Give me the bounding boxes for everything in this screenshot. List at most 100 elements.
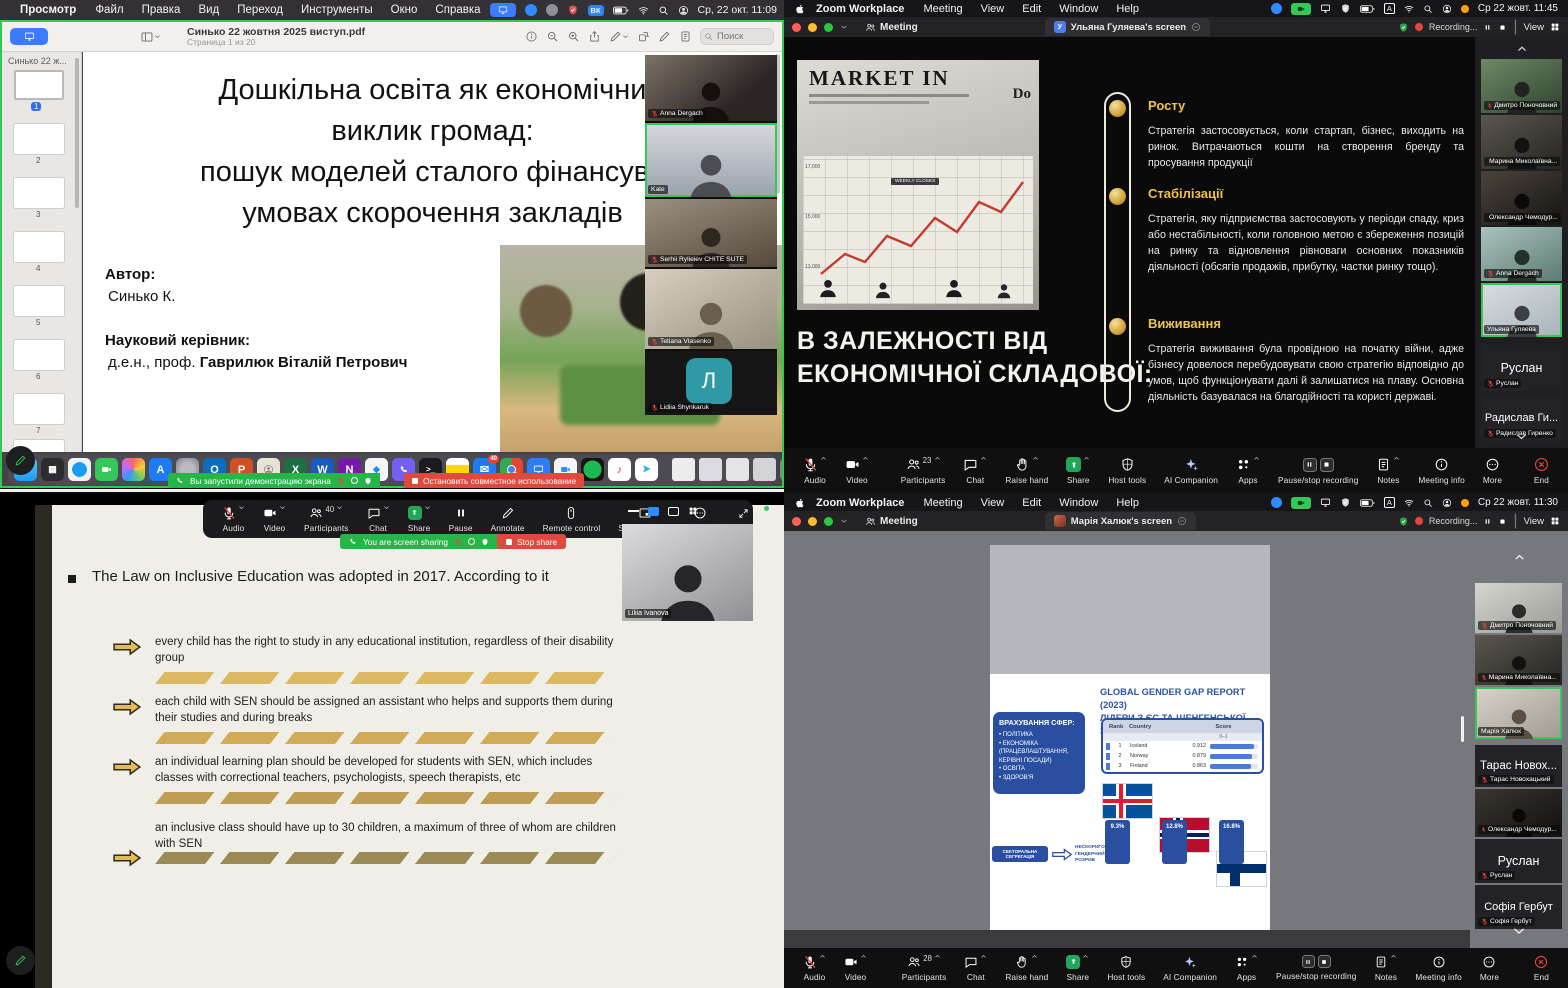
markup-pencil-button[interactable] bbox=[609, 30, 629, 43]
participants-button[interactable]: 23Participants bbox=[892, 448, 955, 494]
security-shield-icon[interactable] bbox=[1398, 22, 1409, 33]
zoom-app-menu-icon[interactable] bbox=[525, 4, 537, 16]
participant-tile-speaking[interactable]: Марія Халюк bbox=[1475, 687, 1562, 739]
participant-tile-speaking[interactable]: Ульяна Гуляева bbox=[1481, 283, 1562, 337]
menu-item[interactable]: Справка bbox=[426, 4, 489, 16]
menu-item[interactable]: View bbox=[972, 497, 1014, 509]
host-tools-button[interactable]: Host tools bbox=[1099, 448, 1155, 494]
user-menu-icon[interactable] bbox=[678, 5, 689, 16]
participant-tile-speaking[interactable]: Kate bbox=[645, 123, 777, 197]
page-thumbnail[interactable] bbox=[14, 178, 64, 208]
minimized-window-1[interactable] bbox=[672, 458, 695, 481]
view-grid-icon[interactable] bbox=[1550, 22, 1560, 32]
participant-tile[interactable]: Тарас Новох...Тарас Новохацький bbox=[1475, 745, 1562, 787]
info-button[interactable] bbox=[525, 30, 538, 43]
dock-icon-facetime[interactable] bbox=[95, 458, 118, 481]
menu-item[interactable]: Window bbox=[1050, 497, 1107, 509]
menubar-clock[interactable]: Ср 22 жовт. 11:45 bbox=[1478, 3, 1558, 14]
stop-share-button[interactable]: Stop share bbox=[497, 534, 566, 549]
input-source-icon[interactable]: A bbox=[1384, 497, 1395, 508]
screen-sharing-menu-icon[interactable] bbox=[490, 3, 516, 17]
scroll-up-chevron[interactable] bbox=[1475, 40, 1568, 58]
participant-tile[interactable]: Олександр Чемодур... bbox=[1481, 171, 1562, 225]
chevron-down-icon[interactable] bbox=[840, 517, 848, 525]
participant-tile[interactable]: Марина Миколаївна... bbox=[1475, 635, 1562, 685]
meeting-info-button[interactable]: Meeting info bbox=[1406, 948, 1470, 988]
app-menu-icon[interactable] bbox=[546, 4, 558, 16]
menu-app-name[interactable]: Zoom Workplace bbox=[806, 3, 914, 15]
page-thumbnail[interactable] bbox=[14, 124, 64, 154]
zoom-app-menu-icon[interactable] bbox=[1271, 3, 1282, 14]
muted-mic-icon[interactable] bbox=[337, 477, 345, 485]
view-grid-icon[interactable] bbox=[1550, 516, 1560, 526]
menu-item[interactable]: Help bbox=[1107, 497, 1148, 509]
pause-recording-icon[interactable] bbox=[1483, 517, 1492, 526]
strip-view-icon[interactable] bbox=[668, 507, 679, 516]
annotate-button[interactable] bbox=[6, 946, 35, 975]
chevron-down-icon[interactable] bbox=[840, 23, 848, 31]
shield-menu-icon[interactable] bbox=[1340, 3, 1351, 14]
page-thumbnail[interactable] bbox=[14, 340, 64, 370]
tab-shared-screen[interactable]: У Ульяна Гуляева's screen bbox=[1045, 18, 1210, 36]
sidebar-scrollbar[interactable] bbox=[75, 58, 79, 208]
video-status-icon[interactable] bbox=[351, 477, 358, 484]
tab-meeting[interactable]: Meeting bbox=[865, 22, 918, 33]
spotlight-icon[interactable] bbox=[1423, 498, 1433, 508]
participant-tile[interactable]: Л Lidiia Shynkaruk bbox=[645, 351, 777, 415]
page-thumbnail[interactable] bbox=[14, 286, 64, 316]
tab-meeting[interactable]: Meeting bbox=[865, 516, 918, 527]
notes-button[interactable]: Notes bbox=[1367, 448, 1409, 494]
menu-item[interactable]: Meeting bbox=[914, 3, 971, 15]
screen-mirroring-icon[interactable] bbox=[1320, 497, 1331, 508]
menu-item[interactable]: Edit bbox=[1013, 497, 1050, 509]
stop-share-button[interactable]: Остановить совместное использование bbox=[404, 473, 584, 488]
pause-recording-icon[interactable] bbox=[1483, 23, 1492, 32]
fill-sign-button[interactable] bbox=[658, 30, 671, 43]
view-button[interactable]: View bbox=[1524, 516, 1544, 527]
participants-button[interactable]: 40Participants bbox=[295, 500, 358, 538]
menu-item[interactable]: Вид bbox=[189, 4, 228, 16]
zoom-in-button[interactable] bbox=[567, 30, 580, 43]
screen-sharing-indicator[interactable] bbox=[10, 28, 48, 45]
video-button[interactable]: Video bbox=[254, 500, 295, 538]
zoom-app-menu-icon[interactable] bbox=[1271, 497, 1282, 508]
chat-button[interactable]: Chat bbox=[954, 448, 996, 494]
rotate-button[interactable] bbox=[637, 30, 650, 43]
participant-tile[interactable]: Олександр Чемодур... bbox=[1475, 789, 1562, 837]
participant-tile[interactable]: Марина Миколаївна... bbox=[1481, 115, 1562, 169]
participant-tile[interactable]: Anna Dergach bbox=[1481, 227, 1562, 281]
video-button[interactable]: Video bbox=[835, 948, 876, 988]
speaker-view-icon[interactable] bbox=[648, 507, 659, 516]
page-thumbnail[interactable] bbox=[14, 70, 64, 100]
audio-button[interactable]: Audio bbox=[794, 948, 835, 988]
vk-menu-icon[interactable]: ВК bbox=[588, 5, 604, 16]
pause-share-button[interactable]: Pause bbox=[440, 500, 482, 538]
menu-app-name[interactable]: Zoom Workplace bbox=[806, 497, 914, 509]
apps-button[interactable]: Apps bbox=[1226, 948, 1267, 988]
dock-icon-photos[interactable] bbox=[122, 458, 145, 481]
minimize-window-button[interactable] bbox=[808, 517, 817, 526]
menu-item[interactable]: Переход bbox=[228, 4, 292, 16]
minimize-window-button[interactable] bbox=[808, 23, 817, 32]
camera-in-use-icon[interactable] bbox=[1291, 497, 1311, 509]
chat-button[interactable]: Chat bbox=[955, 948, 996, 988]
markup-toolbar-button[interactable] bbox=[679, 30, 692, 43]
apple-menu-icon[interactable] bbox=[794, 497, 806, 509]
share-button[interactable] bbox=[588, 30, 601, 43]
menu-item[interactable]: Инструменты bbox=[292, 4, 382, 16]
wifi-icon[interactable] bbox=[1404, 4, 1414, 14]
sidebar-toggle-button[interactable] bbox=[140, 30, 161, 44]
raise-hand-button[interactable]: Raise hand bbox=[996, 448, 1057, 494]
apps-button[interactable]: Apps bbox=[1227, 448, 1269, 494]
participant-tile[interactable]: Anna Dergach bbox=[645, 55, 777, 121]
minus-circle-icon[interactable] bbox=[1191, 22, 1201, 32]
menu-item[interactable]: Окно bbox=[382, 4, 427, 16]
user-menu-icon[interactable] bbox=[1442, 4, 1452, 14]
minimize-panel-icon[interactable] bbox=[628, 510, 639, 512]
view-button[interactable]: View bbox=[1524, 22, 1544, 33]
menu-item[interactable]: Meeting bbox=[914, 497, 971, 509]
video-button[interactable]: Video bbox=[836, 448, 878, 494]
pause-stop-recording-button[interactable]: Pause/stop recording bbox=[1269, 448, 1367, 494]
video-status-icon[interactable] bbox=[468, 538, 475, 545]
ai-companion-button[interactable]: AI Companion bbox=[1154, 948, 1226, 988]
